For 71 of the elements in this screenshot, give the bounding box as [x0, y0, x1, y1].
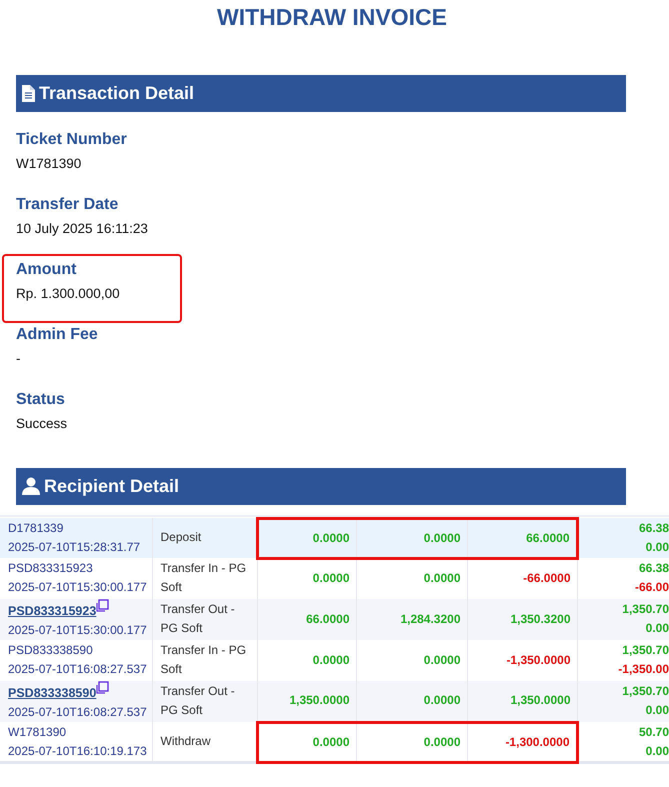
- table-cell[interactable]: D1781339 2025-07-10T15:28:31.77: [0, 518, 152, 558]
- amount-cell: 0.0000: [356, 722, 467, 762]
- amount-cell: 0.0000: [257, 640, 356, 680]
- field-value: Success: [16, 414, 68, 433]
- field-value: W1781390: [16, 154, 82, 173]
- amount-cell: -66.0000: [467, 558, 577, 598]
- amount-cell: 1,350.0000: [467, 680, 577, 722]
- amount-cell: 0.0000: [356, 518, 467, 558]
- amount-cell: -1,300.0000: [467, 722, 577, 762]
- field-label: Ticket Number: [16, 130, 127, 150]
- balance-value: 66.38: [638, 561, 669, 576]
- transaction-time: 2025-07-10T16:10:19.173: [8, 744, 147, 758]
- table-cell[interactable]: PSD833338590 2025-07-10T16:08:27.537: [0, 640, 152, 680]
- field-label: Status: [16, 390, 65, 410]
- amount-cell: 0.0000: [257, 558, 356, 598]
- section-title: Transaction Detail: [39, 82, 194, 105]
- transaction-id: PSD833338590: [8, 643, 93, 658]
- field-label: Amount: [16, 260, 76, 280]
- page-title: WITHDRAW INVOICE: [216, 4, 448, 32]
- transaction-link[interactable]: PSD833315923: [8, 604, 96, 618]
- field-value: 10 July 2025 16:11:23: [16, 220, 148, 238]
- balance-value: 1,350.70: [622, 602, 669, 616]
- transaction-time: 2025-07-10T15:30:00.177: [8, 580, 147, 594]
- transaction-link[interactable]: PSD833338590: [8, 686, 96, 700]
- balance-value: -1,350.00: [618, 662, 669, 676]
- field-label: Admin Fee: [16, 324, 98, 345]
- table-cell: Deposit: [152, 518, 257, 558]
- amount-cell: 0.0000: [356, 640, 467, 680]
- table-cell: Withdraw: [152, 722, 257, 762]
- balance-value: 1,350.70: [622, 684, 669, 698]
- transaction-id: D1781339: [8, 520, 64, 535]
- balance-value: 0.00: [646, 744, 669, 758]
- user-icon: [22, 477, 40, 496]
- balance-value: 0.00: [646, 540, 669, 554]
- amount-cell: 0.0000: [356, 558, 467, 598]
- amount-cell: 66.0000: [257, 598, 356, 640]
- amount-cell: 1,284.3200: [356, 598, 467, 640]
- transaction-time: 2025-07-10T16:08:27.537: [8, 704, 147, 719]
- balance-value: 66.38: [638, 520, 669, 535]
- table-cell: Transfer In - PG Soft: [152, 640, 257, 680]
- amount-cell: 1,350.0000: [257, 680, 356, 722]
- amount-cell: 1,350.3200: [467, 598, 577, 640]
- field-value: -: [16, 350, 20, 368]
- transaction-id: W1781390: [8, 724, 66, 739]
- transaction-id: PSD833315923: [8, 561, 93, 576]
- amount-cell: 66.0000: [467, 518, 577, 558]
- transaction-time: 2025-07-10T16:08:27.537: [8, 662, 147, 676]
- table-cell: Transfer In - PG Soft: [152, 558, 257, 598]
- transaction-time: 2025-07-10T15:30:00.177: [8, 622, 147, 637]
- table-cell[interactable]: PSD833315923 2025-07-10T15:30:00.177: [0, 558, 152, 598]
- section-title: Recipient Detail: [44, 474, 180, 498]
- amount-cell: -1,350.0000: [467, 640, 577, 680]
- field-value: Rp. 1.300.000,00: [16, 284, 120, 303]
- table-cell: Transfer Out - PG Soft: [152, 598, 257, 640]
- table-cell[interactable]: PSD833315923 2025-07-10T15:30:00.177: [0, 598, 152, 640]
- document-icon: [22, 84, 35, 102]
- copy-icon[interactable]: [96, 598, 110, 612]
- balance-value: 0.00: [646, 621, 669, 636]
- balance-value: 1,350.70: [622, 643, 669, 658]
- copy-icon[interactable]: [96, 680, 110, 694]
- amount-cell: 0.0000: [257, 518, 356, 558]
- amount-cell: 0.0000: [257, 722, 356, 762]
- table-cell[interactable]: PSD833338590 2025-07-10T16:08:27.537: [0, 680, 152, 722]
- transaction-time: 2025-07-10T15:28:31.77: [8, 540, 140, 554]
- amount-cell: 0.0000: [356, 680, 467, 722]
- field-label: Transfer Date: [16, 194, 118, 215]
- table-cell: Transfer Out - PG Soft: [152, 680, 257, 722]
- balance-value: -66.00: [634, 580, 669, 594]
- balance-value: 0.00: [646, 703, 669, 718]
- balance-value: 50.70: [638, 724, 669, 739]
- table-cell[interactable]: W1781390 2025-07-10T16:10:19.173: [0, 722, 152, 762]
